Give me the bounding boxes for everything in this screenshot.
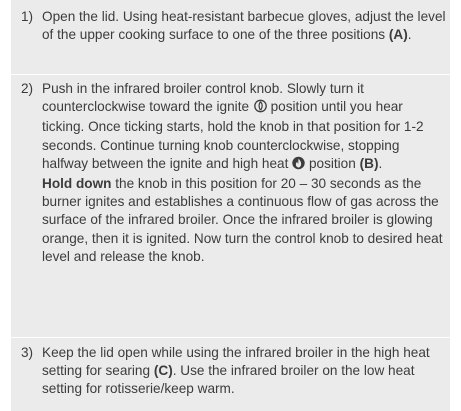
- high-heat-flame-icon: [292, 156, 305, 175]
- step-1-text-b: .: [407, 27, 412, 43]
- step-2-text-c: position: [305, 155, 360, 171]
- step-divider-1: [11, 74, 450, 75]
- step-2-emphasis: Hold down: [42, 176, 112, 192]
- step-2: 2) Push in the infrared broiler control …: [11, 80, 450, 336]
- step-2-text-d: .: [378, 155, 383, 171]
- step-1-text: Open the lid. Using heat-resistant barbe…: [42, 8, 447, 44]
- step-3-number: 3): [21, 345, 34, 360]
- step-2-figure-ref: (B): [359, 155, 379, 171]
- step-divider-2: [11, 337, 450, 338]
- step-3: 3) Keep the lid open while using the inf…: [11, 344, 450, 404]
- step-1-figure-ref: (A): [388, 27, 408, 43]
- step-3-figure-ref: (C): [153, 363, 173, 379]
- step-1-text-a: Open the lid. Using heat-resistant barbe…: [42, 9, 446, 43]
- ignite-symbol-icon: [253, 99, 267, 118]
- instruction-panel: 1) Open the lid. Using heat-resistant ba…: [11, 0, 450, 411]
- step-2-number: 2): [21, 81, 34, 96]
- step-3-text: Keep the lid open while using the infrar…: [42, 344, 447, 399]
- step-1: 1) Open the lid. Using heat-resistant ba…: [11, 8, 450, 68]
- step-1-number: 1): [21, 9, 34, 24]
- step-2-text: Push in the infrared broiler control kno…: [42, 80, 447, 266]
- instruction-page: 1) Open the lid. Using heat-resistant ba…: [0, 0, 461, 411]
